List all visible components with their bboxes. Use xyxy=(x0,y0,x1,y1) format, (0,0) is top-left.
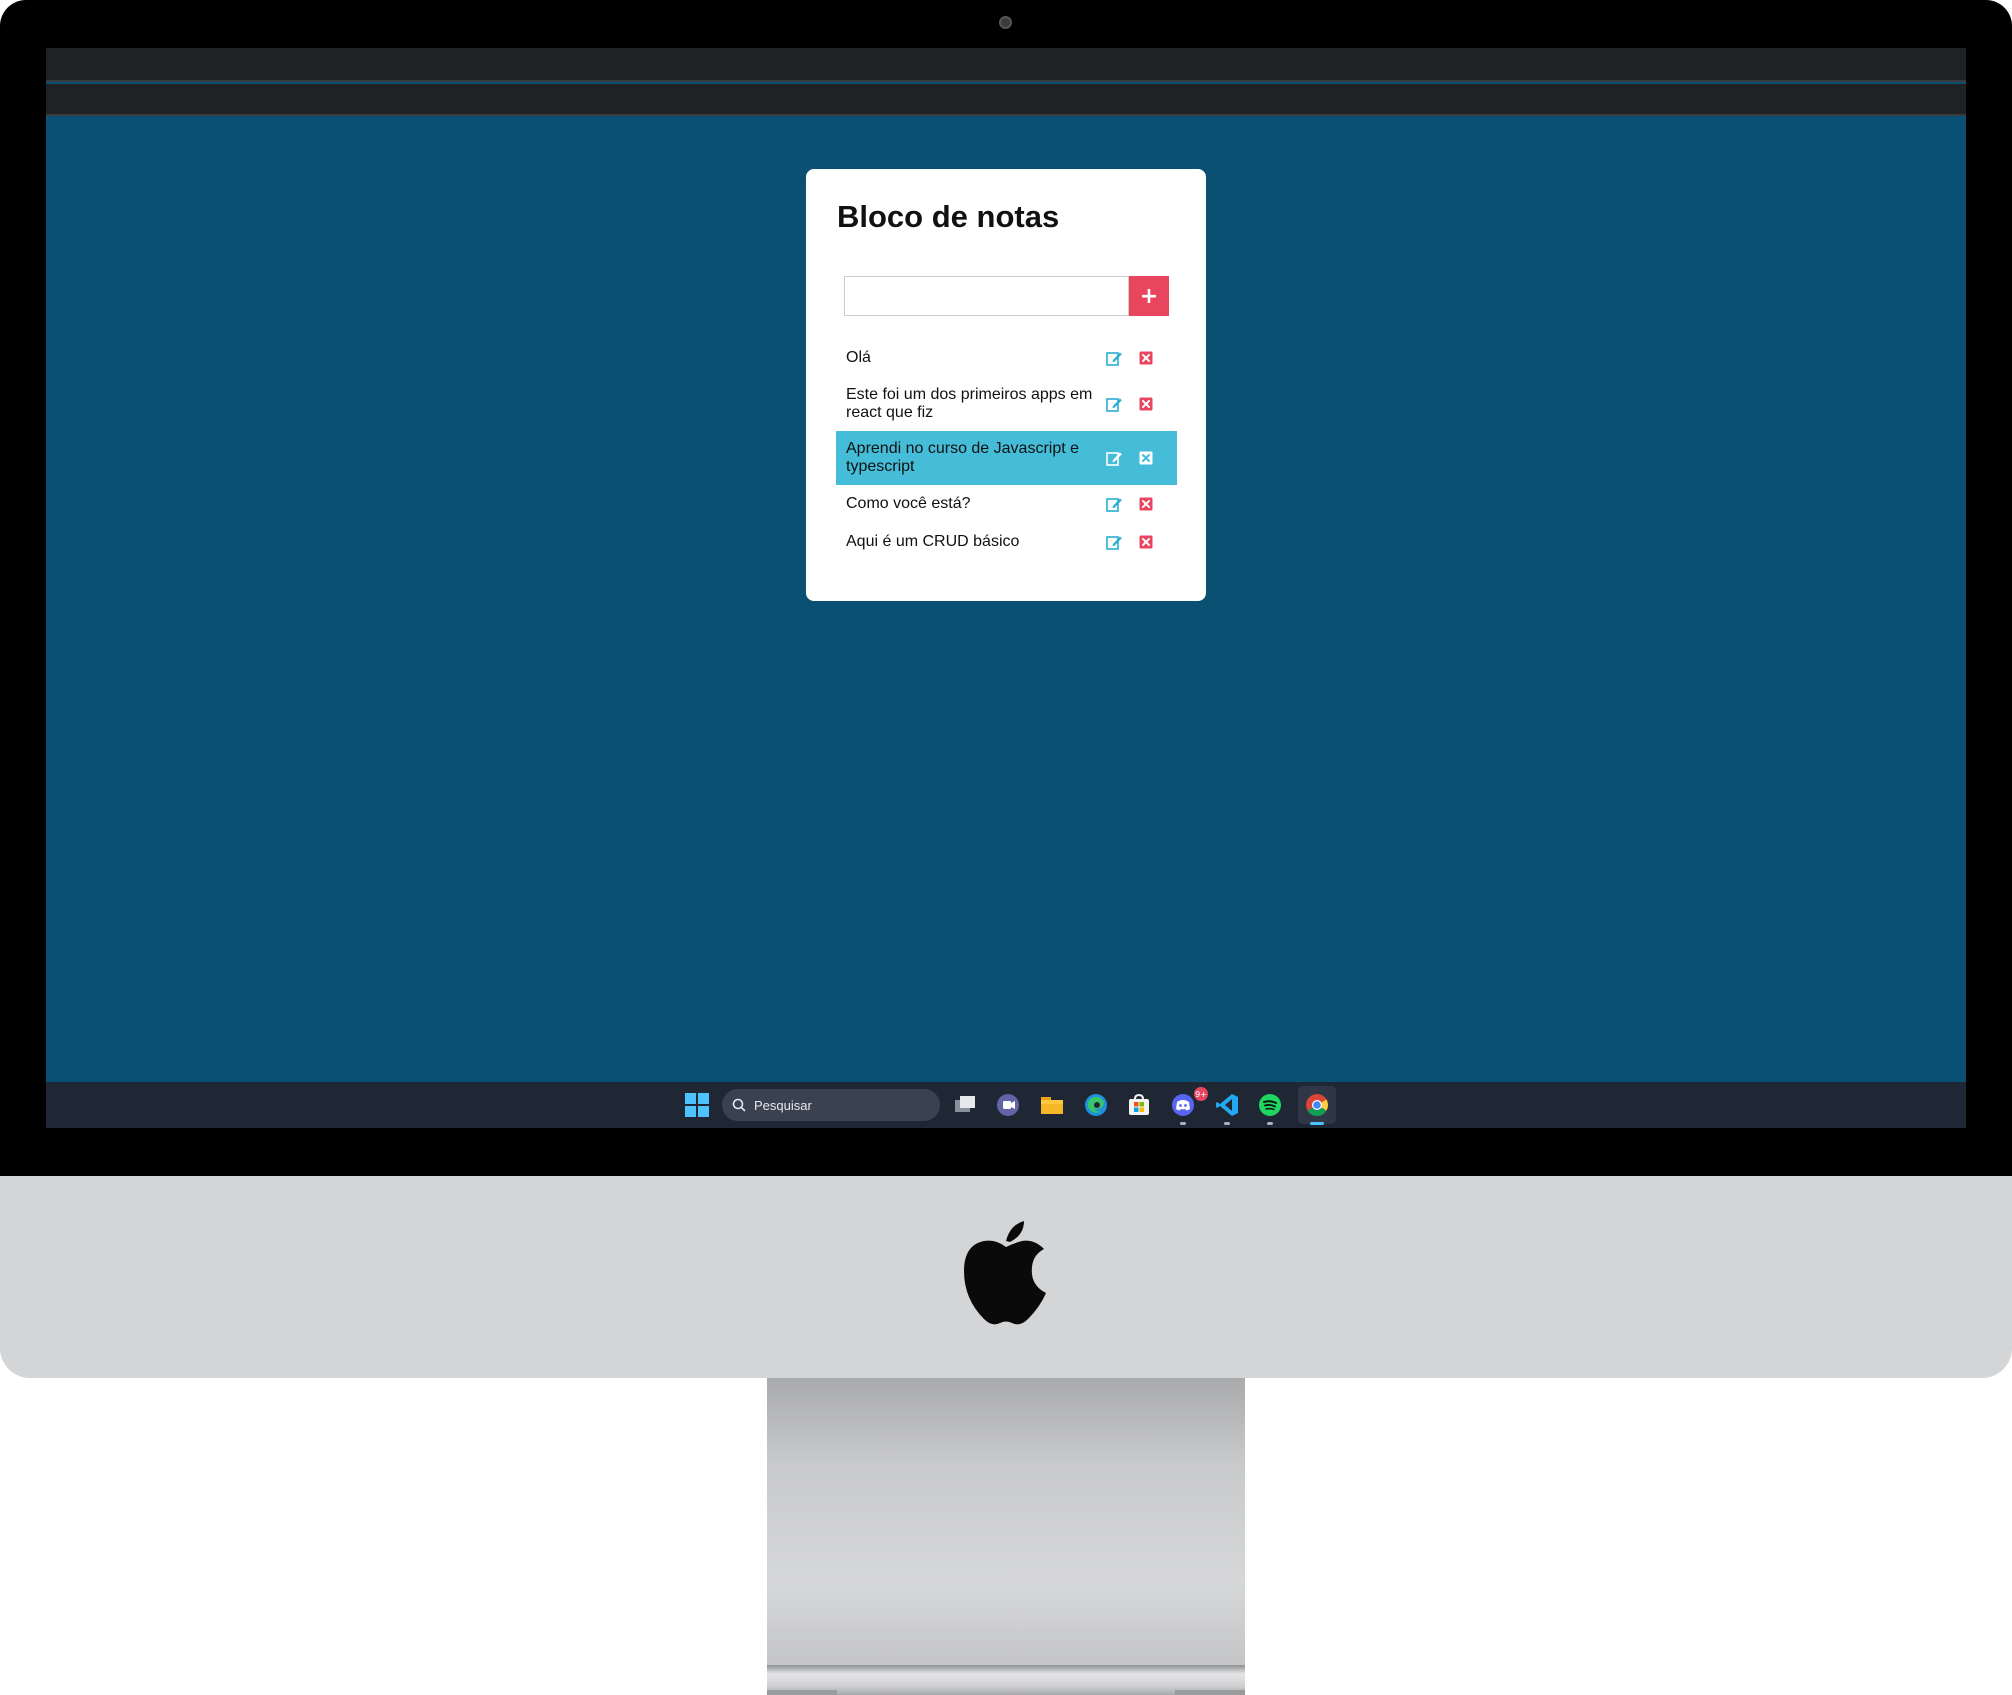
running-indicator xyxy=(1267,1122,1273,1125)
note-text: Este foi um dos primeiros apps em react … xyxy=(846,386,1093,421)
active-indicator xyxy=(1310,1122,1324,1125)
windows-start-icon[interactable] xyxy=(684,1092,710,1118)
note-item[interactable]: Aprendi no curso de Javascript e typescr… xyxy=(836,431,1177,485)
discord-icon[interactable] xyxy=(1170,1092,1196,1118)
page-title: Bloco de notas xyxy=(837,199,1060,234)
edit-icon[interactable] xyxy=(1105,395,1123,413)
taskbar: Pesquisar 9+ xyxy=(46,1082,1966,1128)
edit-icon[interactable] xyxy=(1105,495,1123,513)
note-actions xyxy=(1105,395,1167,413)
search-label: Pesquisar xyxy=(754,1097,812,1113)
note-actions xyxy=(1105,349,1167,367)
monitor-stand xyxy=(767,1378,1245,1668)
monitor-chin xyxy=(0,1176,2012,1378)
browser-tab-bar xyxy=(46,48,1966,82)
note-actions xyxy=(1105,495,1167,513)
note-text: Olá xyxy=(846,349,871,366)
microsoft-store-icon[interactable] xyxy=(1126,1092,1152,1118)
file-explorer-icon[interactable] xyxy=(1039,1092,1065,1118)
add-note-button[interactable]: + xyxy=(1129,276,1169,316)
running-indicator xyxy=(1224,1122,1230,1125)
edge-icon[interactable] xyxy=(1083,1092,1109,1118)
browser-address-bar xyxy=(46,84,1966,116)
edit-icon[interactable] xyxy=(1105,449,1123,467)
note-item[interactable]: Este foi um dos primeiros apps em react … xyxy=(836,377,1177,431)
chrome-icon[interactable] xyxy=(1304,1092,1330,1118)
notepad-card: Bloco de notas + Olá Este foi um dos prim… xyxy=(806,169,1206,601)
note-item[interactable]: Olá xyxy=(836,339,1177,377)
note-actions xyxy=(1105,449,1167,467)
stand-foot xyxy=(767,1690,837,1695)
stand-foot xyxy=(1175,1690,1245,1695)
screen: Bloco de notas + Olá Este foi um dos prim… xyxy=(46,48,1966,1128)
task-view-icon[interactable] xyxy=(952,1092,978,1118)
teams-chat-icon[interactable] xyxy=(995,1092,1021,1118)
running-indicator xyxy=(1180,1122,1186,1125)
camera xyxy=(999,16,1012,29)
edit-icon[interactable] xyxy=(1105,349,1123,367)
delete-icon[interactable] xyxy=(1137,495,1155,513)
search-icon xyxy=(732,1098,746,1112)
monitor-stand-base xyxy=(767,1665,1245,1695)
note-list: Olá Este foi um dos primeiros apps em rea… xyxy=(836,339,1177,561)
note-item[interactable]: Como você está? xyxy=(836,485,1177,523)
note-text: Como você está? xyxy=(846,495,971,512)
note-text: Aprendi no curso de Javascript e typescr… xyxy=(846,440,1080,475)
spotify-icon[interactable] xyxy=(1257,1092,1283,1118)
vscode-icon[interactable] xyxy=(1214,1092,1240,1118)
delete-icon[interactable] xyxy=(1137,449,1155,467)
notification-badge: 9+ xyxy=(1194,1087,1208,1101)
delete-icon[interactable] xyxy=(1137,349,1155,367)
edit-icon[interactable] xyxy=(1105,533,1123,551)
note-actions xyxy=(1105,533,1167,551)
taskbar-search[interactable]: Pesquisar xyxy=(722,1089,940,1121)
delete-icon[interactable] xyxy=(1137,533,1155,551)
note-item[interactable]: Aqui é um CRUD básico xyxy=(836,523,1177,561)
delete-icon[interactable] xyxy=(1137,395,1155,413)
monitor-bezel: Bloco de notas + Olá Este foi um dos prim… xyxy=(0,0,2012,1178)
note-text: Aqui é um CRUD básico xyxy=(846,533,1020,550)
apple-logo-icon xyxy=(964,1221,1046,1325)
note-input[interactable] xyxy=(844,276,1129,316)
